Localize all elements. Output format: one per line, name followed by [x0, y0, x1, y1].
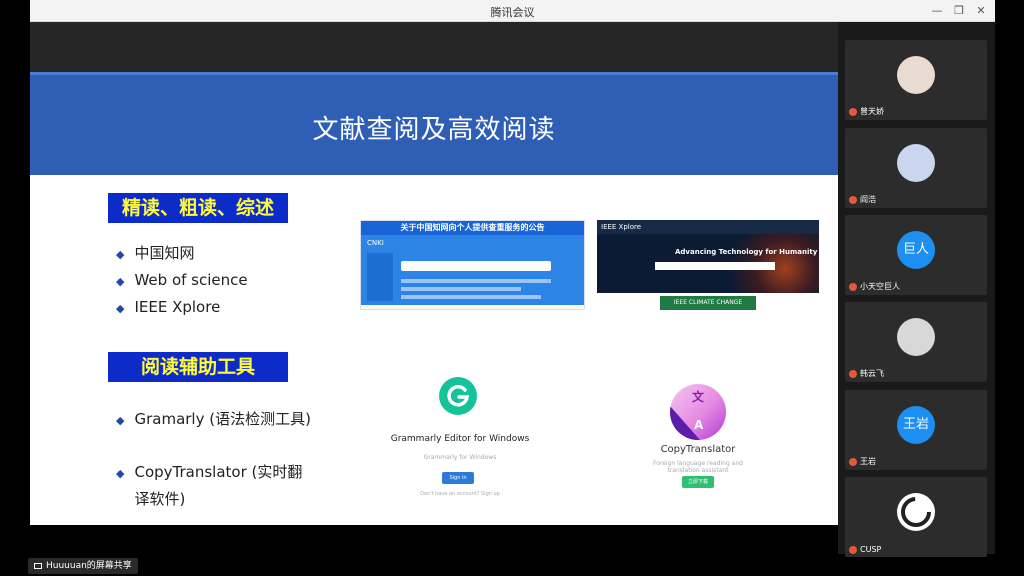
screen-share-label: Huuuuan的屏幕共享	[46, 561, 132, 571]
mic-muted-icon	[849, 457, 857, 466]
window-title-bar: 腾讯会议 — ❐ ✕	[30, 0, 995, 22]
participant-tile[interactable]: 巨人 小天空巨人	[845, 215, 987, 295]
mic-muted-icon	[849, 195, 857, 204]
window-title: 腾讯会议	[490, 6, 535, 19]
copytranslator-logo-icon: 文 A	[670, 384, 726, 440]
grammarly-sign-in-button: Sign in	[442, 472, 474, 484]
mic-muted-icon	[849, 369, 857, 378]
ieee-screenshot: IEEE Xplore Advancing Technology for Hum…	[597, 220, 819, 293]
logo-glyph-zh: 文	[692, 390, 705, 404]
participant-tile[interactable]: 王岩 王岩	[845, 390, 987, 470]
presentation-slide: 文献查阅及高效阅读 精读、粗读、综述 ◆ 中国知网 ◆ Web of science…	[30, 72, 838, 525]
participant-name: CUSP	[860, 545, 882, 554]
bullet-item: ◆ IEEE Xplore	[116, 298, 221, 316]
bullet-item: ◆ 中国知网	[116, 244, 195, 262]
bullet-item: ◆ Web of science	[116, 271, 248, 289]
participant-name: 韩云飞	[860, 369, 884, 378]
close-button[interactable]: ✕	[973, 3, 989, 18]
grammarly-title: Grammarly Editor for Windows	[390, 434, 530, 444]
grammarly-footer: Don't have an account? Sign up	[420, 491, 500, 497]
avatar	[897, 144, 935, 182]
screen-share-icon	[34, 563, 42, 569]
cnki-row	[401, 279, 551, 283]
diamond-bullet-icon: ◆	[116, 275, 125, 288]
participant-label: 阎浩	[849, 194, 876, 205]
mic-muted-icon	[849, 282, 857, 291]
participant-label: CUSP	[849, 545, 881, 554]
cnki-footer	[361, 305, 584, 309]
participant-name: 小天空巨人	[860, 282, 900, 291]
participant-label: 韩云飞	[849, 368, 884, 379]
minimize-button[interactable]: —	[929, 3, 945, 18]
copytranslator-download-button: 立即下载	[682, 476, 714, 488]
participant-label: 曾天娇	[849, 106, 884, 117]
participant-tile[interactable]: 韩云飞	[845, 302, 987, 382]
bullet-item: ◆ Gramarly (语法检测工具)	[116, 410, 311, 428]
cnki-row	[401, 295, 541, 299]
ieee-tagline: Advancing Technology for Humanity	[675, 248, 818, 256]
cnki-search-box	[401, 261, 551, 271]
restore-button[interactable]: ❐	[951, 3, 967, 18]
window-controls: — ❐ ✕	[929, 3, 989, 18]
participant-tile[interactable]: 曾天娇	[845, 40, 987, 120]
grammarly-logo-icon	[439, 377, 477, 415]
copytranslator-subtitle: Foreign language reading and translation…	[653, 460, 743, 474]
participant-tile[interactable]: CUSP	[845, 477, 987, 557]
copytranslator-title: CopyTranslator	[660, 444, 736, 455]
loading-spinner-icon	[901, 497, 931, 527]
diamond-bullet-icon: ◆	[116, 414, 125, 427]
participant-name: 阎浩	[860, 195, 876, 204]
mic-muted-icon	[849, 107, 857, 116]
ieee-search-box	[655, 262, 775, 270]
bullet-item: ◆ CopyTranslator (实时翻 译软件)	[116, 463, 303, 508]
participants-panel: 曾天娇 阎浩 巨人 小天空巨人 韩云飞 王岩 王岩 CUSP	[838, 22, 995, 557]
ieee-badge: IEEE CLIMATE CHANGE	[660, 296, 756, 310]
avatar	[897, 56, 935, 94]
avatar: 巨人	[897, 231, 935, 269]
ieee-navbar: IEEE Xplore	[597, 220, 819, 234]
diamond-bullet-icon: ◆	[116, 467, 125, 480]
cnki-screenshot: 关于中国知网向个人提供查重服务的公告 CNKI	[360, 220, 585, 310]
avatar: 王岩	[897, 406, 935, 444]
logo-glyph-a: A	[694, 418, 704, 432]
grammarly-subtitle: Grammarly for Windows	[423, 454, 497, 461]
diamond-bullet-icon: ◆	[116, 248, 125, 261]
shared-screen: 文献查阅及高效阅读 精读、粗读、综述 ◆ 中国知网 ◆ Web of science…	[30, 22, 838, 525]
participant-name: 王岩	[860, 457, 876, 466]
cnki-banner: 关于中国知网向个人提供查重服务的公告	[361, 221, 584, 235]
section-label-tools: 阅读辅助工具	[108, 352, 288, 382]
slide-header: 文献查阅及高效阅读	[30, 72, 838, 175]
participant-label: 小天空巨人	[849, 281, 900, 292]
diamond-bullet-icon: ◆	[116, 302, 125, 315]
slide-title: 文献查阅及高效阅读	[312, 115, 556, 145]
cnki-row	[401, 287, 521, 291]
cnki-search-panel: CNKI	[361, 235, 584, 305]
avatar	[897, 318, 935, 356]
cnki-sidebar	[367, 253, 393, 301]
participant-name: 曾天娇	[860, 107, 884, 116]
section-label-reading: 精读、粗读、综述	[108, 193, 288, 223]
screen-share-indicator: Huuuuan的屏幕共享	[28, 558, 138, 574]
mic-muted-icon	[849, 545, 857, 554]
participant-label: 王岩	[849, 456, 876, 467]
cnki-logo: CNKI	[367, 239, 384, 247]
participant-tile[interactable]: 阎浩	[845, 128, 987, 208]
avatar	[897, 493, 935, 531]
